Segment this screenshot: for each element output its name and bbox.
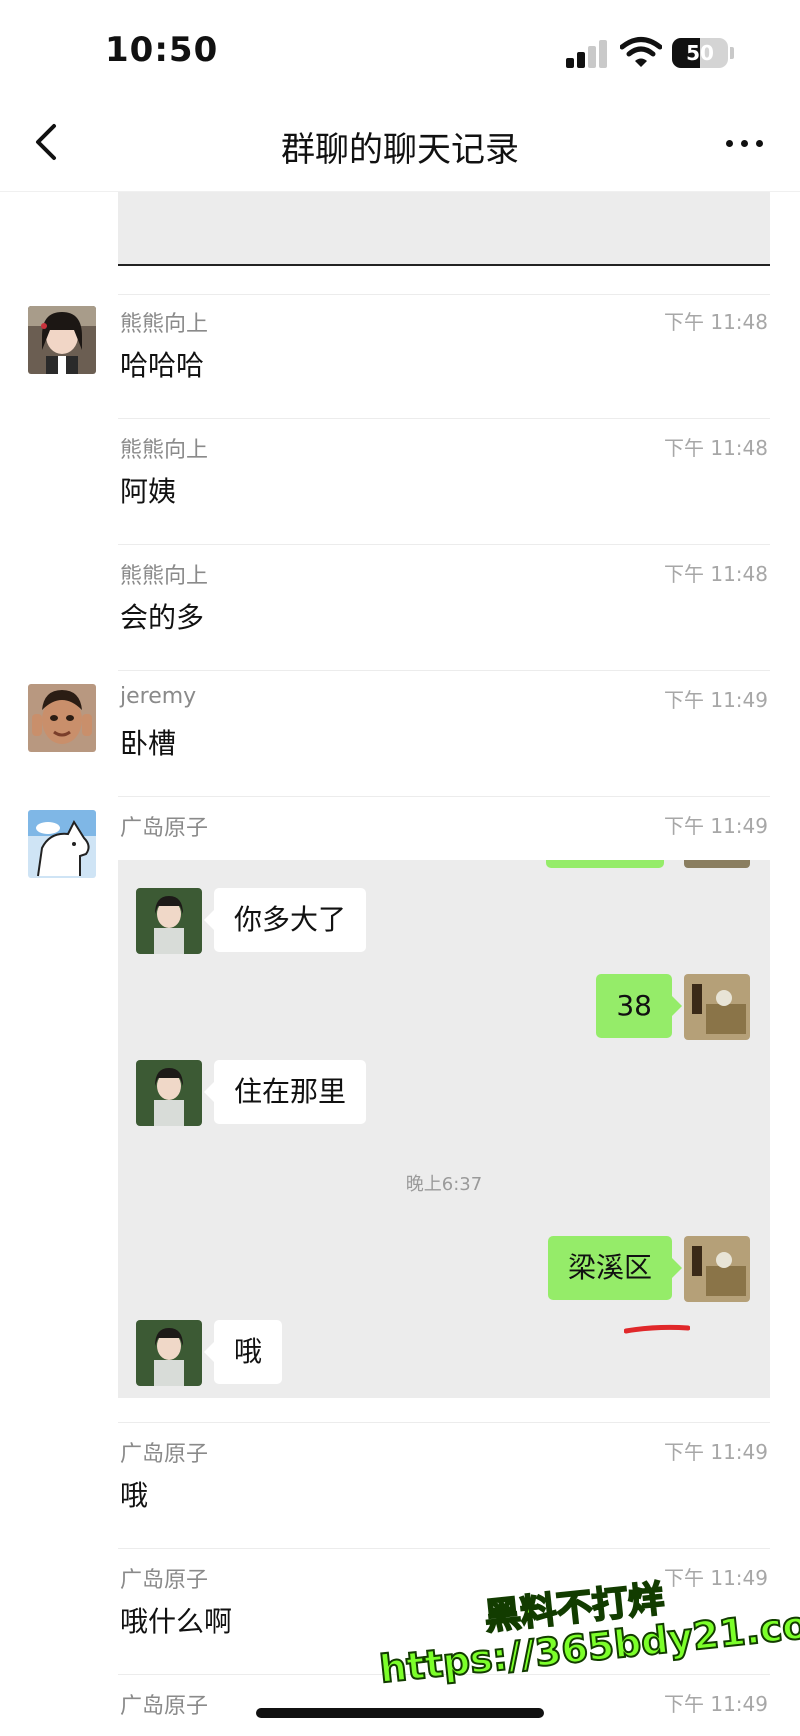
battery-level: 50 (686, 41, 714, 65)
chat-timestamp: 晚上6:37 (405, 1174, 483, 1195)
message-time: 下午 11:49 (664, 688, 768, 712)
wifi-icon (620, 37, 662, 67)
chat-bubble: 住在那里 (203, 1060, 367, 1124)
message-time: 下午 11:48 (664, 562, 768, 586)
message-text: 会的多 (120, 601, 205, 634)
sender-name: 熊熊向上 (120, 564, 209, 589)
avatar[interactable] (28, 684, 96, 752)
contact-avatar (136, 888, 202, 954)
signal-icon (566, 40, 610, 68)
page-title: 群聊的聊天记录 (281, 130, 519, 170)
sender-name: 熊熊向上 (120, 438, 209, 463)
contact-avatar (136, 1060, 202, 1126)
avatar-partial (684, 860, 750, 868)
sender-name: 广岛原子 (120, 1568, 209, 1593)
list-item[interactable]: 熊熊向上 下午 11:48 哈哈哈 (0, 278, 800, 392)
message-text: 哈哈哈 (120, 349, 205, 382)
red-underline-mark (624, 1324, 690, 1334)
avatar[interactable] (28, 810, 96, 878)
chat-bubble: 38 (596, 974, 682, 1038)
message-text: 阿姨 (120, 475, 177, 508)
chat-bubble: 哦 (203, 1320, 283, 1384)
message-text: 哦 (120, 1479, 149, 1512)
battery-icon: 50 (672, 38, 728, 68)
sender-name: 广岛原子 (120, 1442, 209, 1467)
avatar[interactable] (28, 306, 96, 374)
sender-name: 广岛原子 (120, 1694, 209, 1719)
list-item[interactable]: jeremy 下午 11:49 卧槽 (0, 656, 800, 770)
contact-avatar (136, 1320, 202, 1386)
user-avatar (684, 974, 750, 1040)
list-item[interactable]: 广岛原子 下午 11:49 哦 (0, 1408, 800, 1522)
battery-cap (730, 47, 734, 59)
list-item[interactable]: 熊熊向上 下午 11:48 会的多 (0, 530, 800, 644)
list-item[interactable]: 熊熊向上 下午 11:48 阿姨 (0, 404, 800, 518)
status-bar: 10:50 50 (0, 0, 800, 100)
chat-record-list[interactable]: 熊熊向上 下午 11:48 哈哈哈 熊熊向上 下午 11:48 阿姨 熊熊向上 … (0, 192, 800, 1736)
sender-name: jeremy (120, 684, 197, 709)
sender-name: 熊熊向上 (120, 312, 209, 337)
chat-bubble: 梁溪区 (547, 1236, 683, 1300)
message-text: 哦什么啊 (120, 1605, 233, 1638)
message-time: 下午 11:48 (664, 436, 768, 460)
user-avatar (684, 1236, 750, 1302)
message-time: 下午 11:49 (664, 1440, 768, 1464)
chat-bubble: 你多大了 (203, 888, 367, 952)
status-time: 10:50 (105, 30, 219, 70)
more-horizontal-icon[interactable] (720, 128, 770, 158)
previous-media-preview[interactable] (118, 192, 770, 266)
sender-name: 广岛原子 (120, 816, 209, 841)
message-time: 下午 11:49 (664, 814, 768, 838)
message-text: 卧槽 (120, 727, 177, 760)
message-time: 下午 11:48 (664, 310, 768, 334)
embedded-chat-screenshot[interactable]: 你多大了 38 住在那里 晚上6:37 梁溪区 哦 (118, 860, 770, 1398)
nav-bar: 群聊的聊天记录 (0, 100, 800, 192)
bubble-partial (546, 860, 664, 868)
